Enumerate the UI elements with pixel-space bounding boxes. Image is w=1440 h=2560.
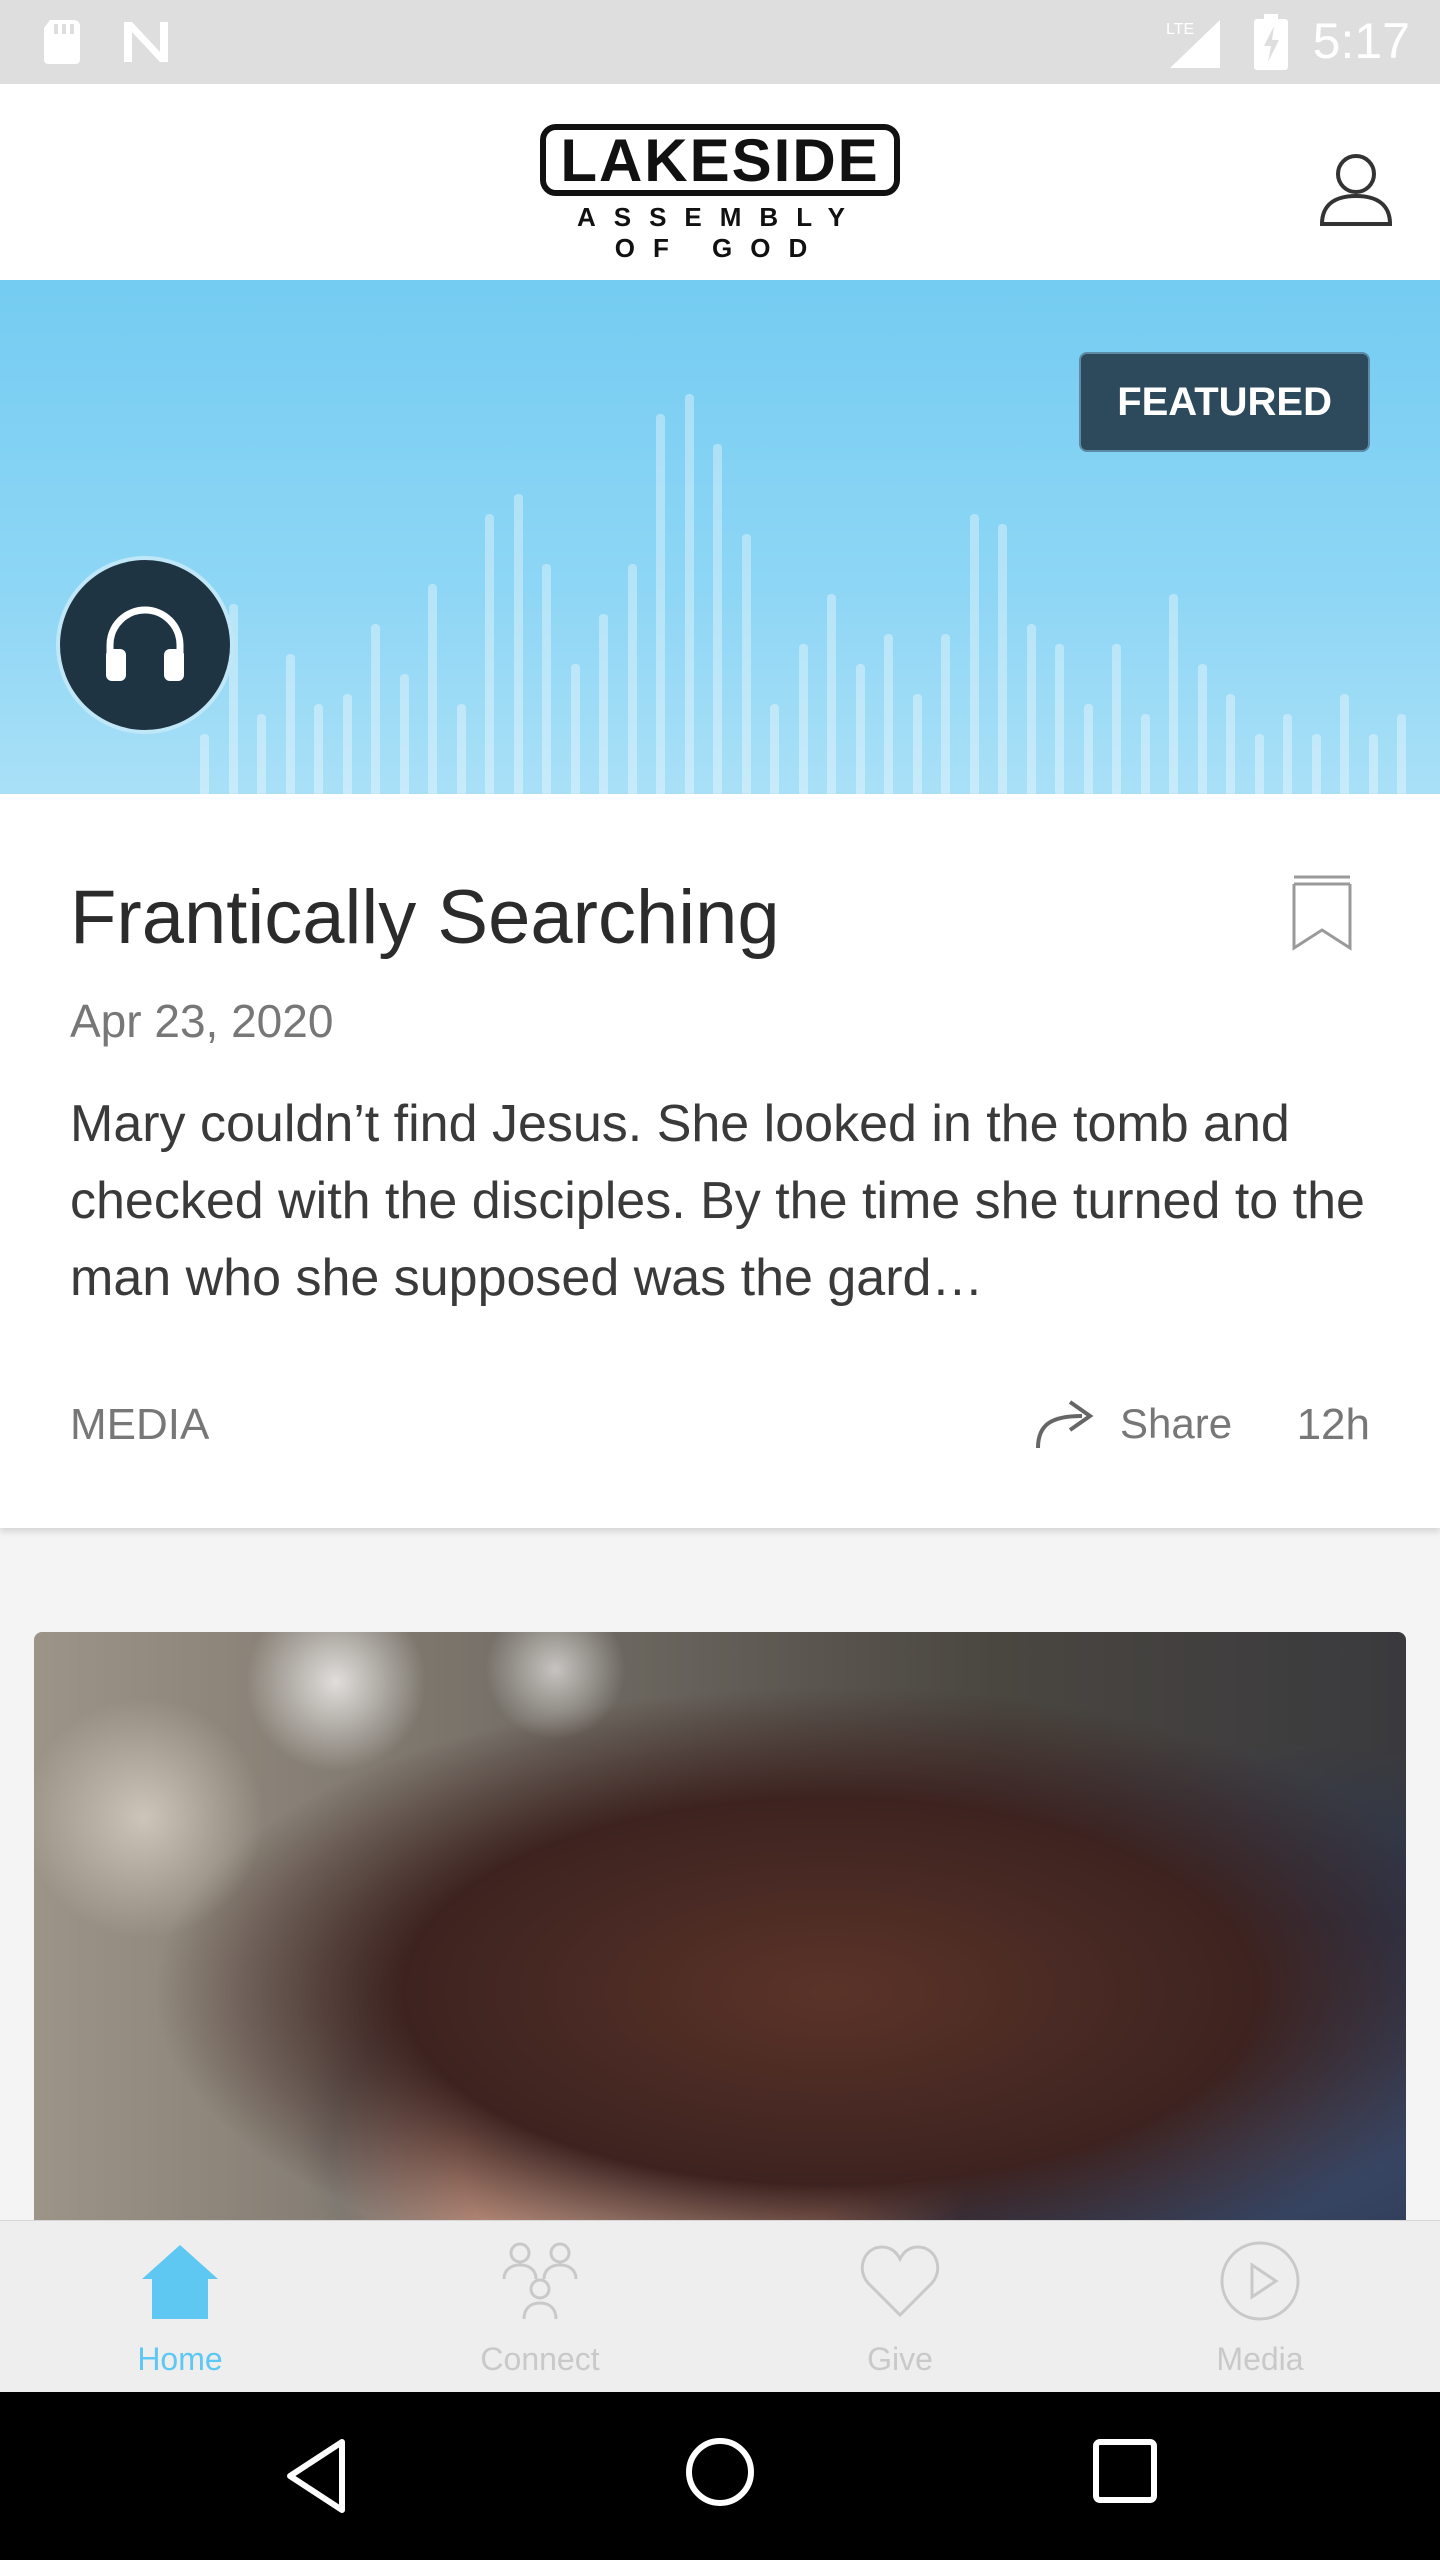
sd-card-icon — [44, 20, 80, 64]
waveform-bar — [1055, 644, 1064, 794]
waveform-bar — [1340, 694, 1349, 794]
n-notification-icon — [124, 22, 168, 62]
post-image-card[interactable] — [34, 1632, 1406, 2252]
waveform-bar — [1026, 624, 1036, 794]
waveform-bar — [941, 634, 950, 794]
home-icon — [142, 2245, 218, 2319]
share-label: Share — [1120, 1400, 1233, 1447]
logo-title: LAKESIDE — [560, 126, 880, 194]
waveform-bar — [513, 494, 523, 794]
waveform-bar — [884, 634, 893, 794]
play-circle-icon — [1220, 2241, 1300, 2321]
clock: 5:17 — [1312, 13, 1410, 69]
home-circle-icon[interactable] — [684, 2436, 756, 2508]
waveform-bar — [912, 694, 922, 794]
waveform-bar — [1254, 734, 1264, 794]
waveform-bar — [399, 674, 409, 794]
featured-hero-banner[interactable]: FEATURED — [0, 280, 1440, 794]
waveform-bar — [257, 714, 266, 794]
post-description: Mary couldn’t find Jesus. She looked in … — [70, 1095, 1365, 1307]
post-category: MEDIA — [70, 1400, 210, 1449]
post-date: Apr 23, 2020 — [70, 995, 334, 1047]
nav-connect[interactable]: Connect — [360, 2221, 720, 2393]
waveform-bar — [684, 394, 694, 794]
nav-home-label: Home — [137, 2341, 223, 2377]
nav-give-label: Give — [867, 2341, 933, 2377]
waveform-bar — [798, 644, 808, 794]
waveform-bar — [371, 624, 380, 794]
waveform-bar — [1397, 714, 1406, 794]
waveform-bar — [1226, 694, 1235, 794]
post-age: 12h — [1296, 1400, 1370, 1449]
waveform-bar — [1368, 734, 1378, 794]
nav-home[interactable]: Home — [0, 2221, 360, 2393]
app-header: LAKESIDE ASSEMBLY OF GOD — [0, 84, 1440, 280]
waveform-bar — [627, 564, 637, 794]
waveform-bar — [827, 594, 836, 794]
headphones-button[interactable] — [56, 556, 234, 734]
waveform-bar — [456, 704, 466, 794]
connect-icon — [502, 2242, 578, 2320]
post-card[interactable]: Frantically Searching Apr 23, 2020 Mary … — [0, 794, 1440, 1528]
waveform-bar — [428, 584, 437, 794]
share-button[interactable]: Share — [1034, 1394, 1232, 1454]
heart-icon — [860, 2245, 940, 2318]
waveform-bar — [485, 514, 494, 794]
headphones-icon — [106, 606, 184, 681]
waveform-bar — [1283, 714, 1292, 794]
waveform-bar — [713, 444, 722, 794]
waveform-bar — [770, 704, 779, 794]
waveform-bar — [314, 704, 323, 794]
svg-text:LTE: LTE — [1166, 21, 1194, 38]
system-navigation-bar — [0, 2392, 1440, 2560]
waveform-bar — [285, 654, 295, 794]
status-bar: LTE 5:17 — [0, 0, 1440, 84]
waveform-bar — [1140, 714, 1150, 794]
share-arrow-icon — [1036, 1400, 1094, 1449]
waveform-bar — [570, 664, 580, 794]
waveform-bar — [969, 514, 979, 794]
waveform-bar — [656, 414, 665, 794]
post-title: Frantically Searching — [70, 875, 780, 960]
waveform-bar — [855, 664, 865, 794]
back-icon[interactable] — [282, 2436, 352, 2516]
waveform-bar — [1197, 664, 1207, 794]
logo-subtitle: ASSEMBLY OF GOD — [576, 202, 864, 263]
waveform-bar — [542, 564, 551, 794]
waveform-bar — [741, 534, 751, 794]
bookmark-icon[interactable] — [1290, 874, 1354, 952]
waveform-bar — [1112, 644, 1121, 794]
bottom-navigation: Home Connect Give Media — [0, 2220, 1440, 2393]
waveform-bar — [1169, 594, 1178, 794]
signal-icon: LTE — [1166, 20, 1220, 68]
nav-media[interactable]: Media — [1080, 2221, 1440, 2393]
nav-connect-label: Connect — [480, 2341, 600, 2377]
waveform-bar — [599, 614, 608, 794]
nav-give[interactable]: Give — [720, 2221, 1080, 2393]
featured-badge: FEATURED — [1079, 352, 1370, 452]
waveform-bar — [1311, 734, 1321, 794]
waveform-bar — [1083, 704, 1093, 794]
waveform-bar — [200, 734, 209, 794]
nav-media-label: Media — [1216, 2341, 1304, 2377]
waveform-bar — [998, 524, 1007, 794]
battery-icon — [1254, 14, 1288, 70]
recents-icon[interactable] — [1092, 2438, 1158, 2504]
profile-icon[interactable] — [1318, 152, 1394, 228]
logo-box: LAKESIDE — [540, 124, 900, 196]
waveform-bar — [342, 694, 352, 794]
